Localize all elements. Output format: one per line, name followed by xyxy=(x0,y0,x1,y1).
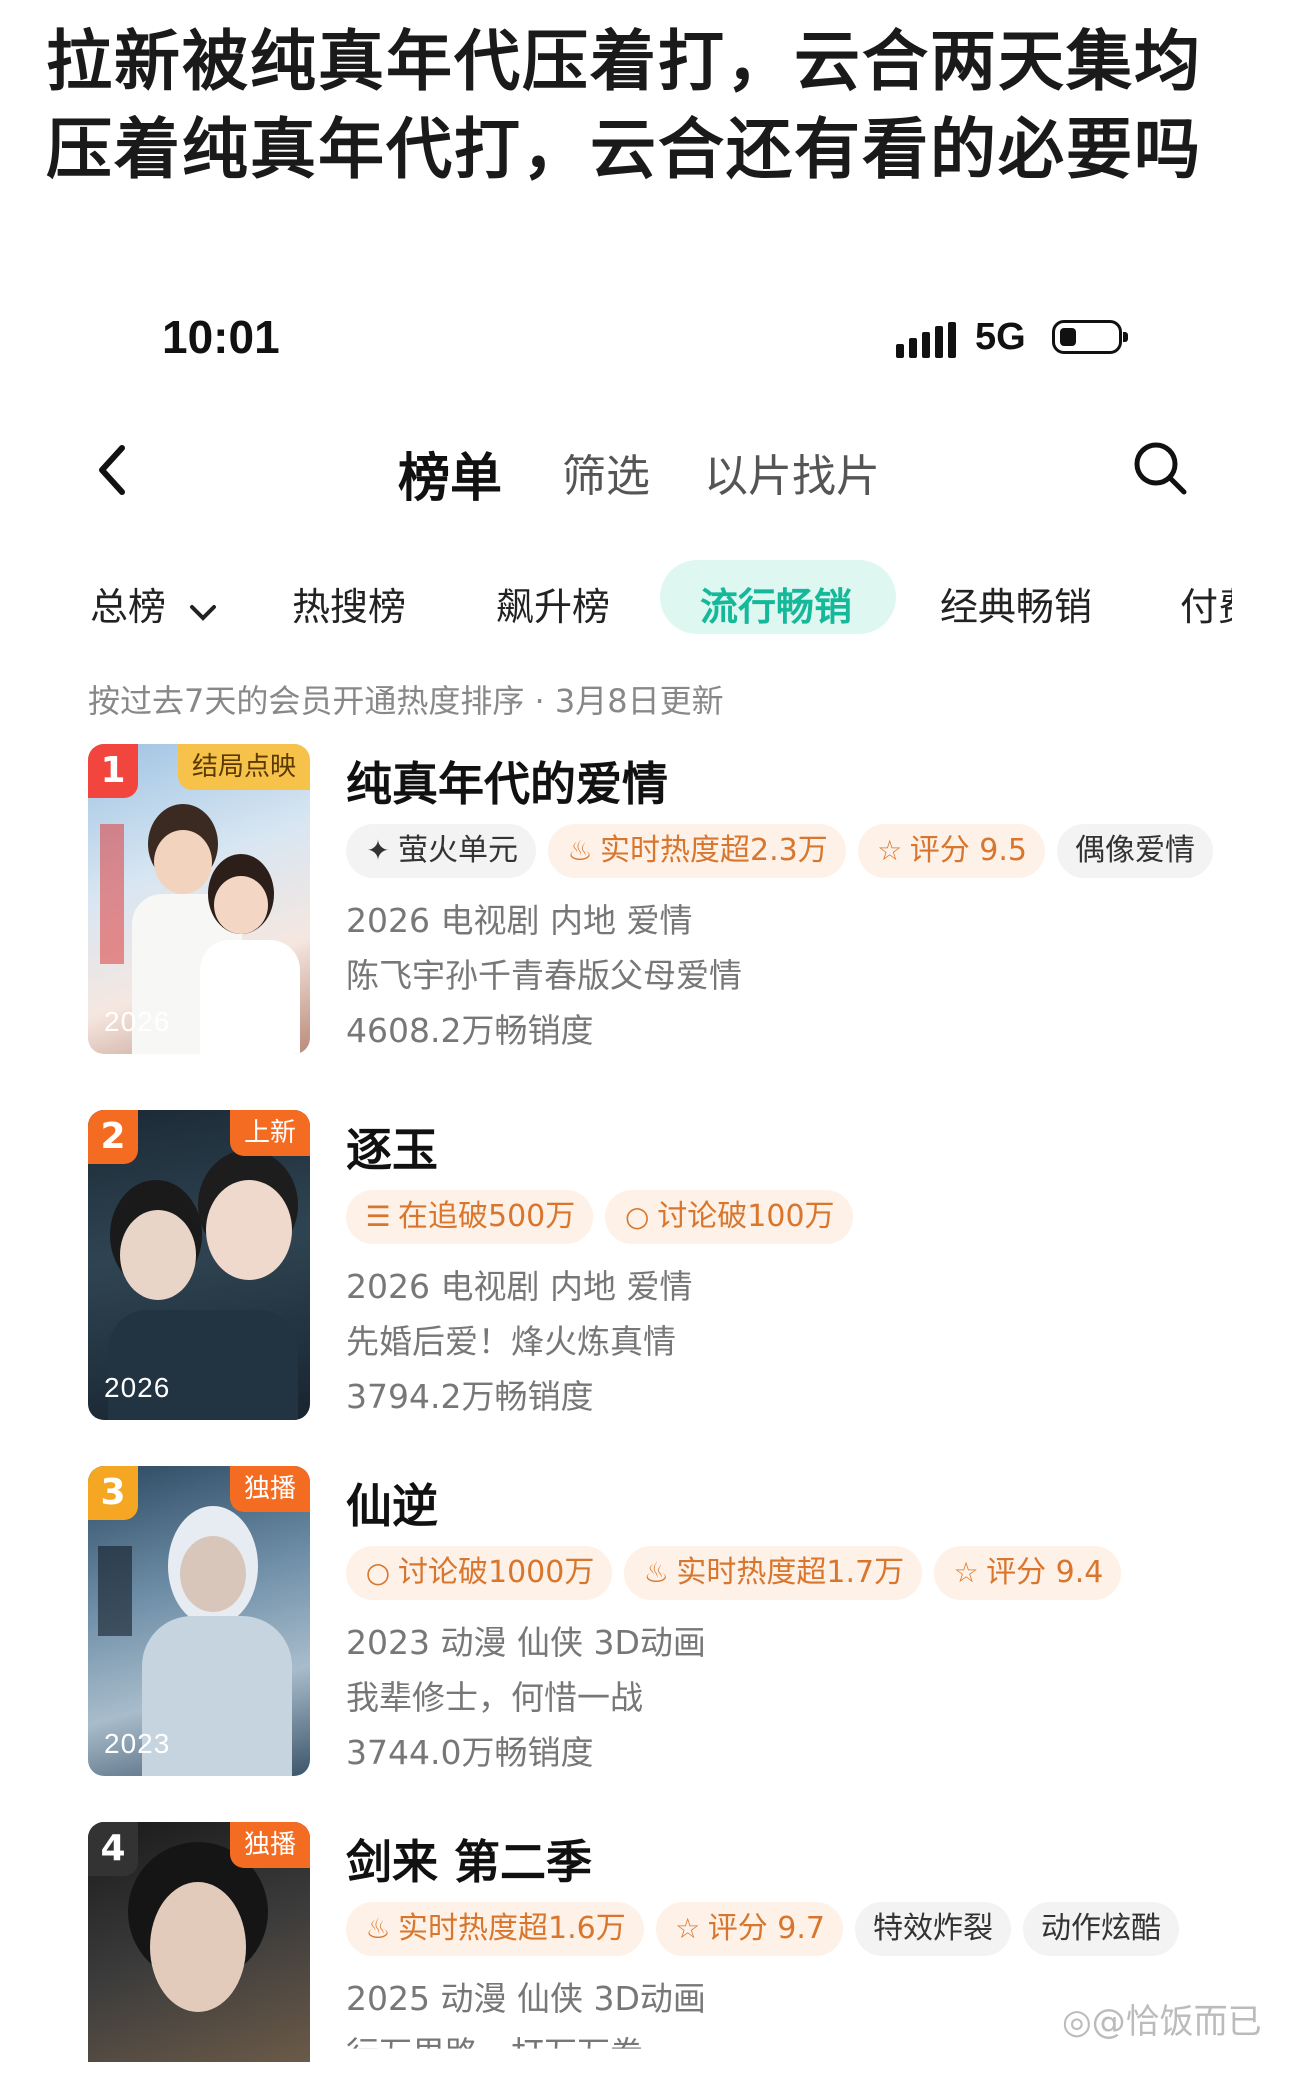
tag-row: ✦ 萤火单元 ♨ 实时热度超2.3万 ☆ 评分 9.5 偶像爱情 xyxy=(346,824,1225,880)
weibo-icon: ◎ xyxy=(1062,2002,1092,2042)
tab-find-by-film[interactable]: 以片找片 xyxy=(704,440,880,504)
star-icon: ☆ xyxy=(953,1556,979,1589)
flame-icon: ♨ xyxy=(643,1556,669,1589)
status-badge: 独播 xyxy=(229,1466,310,1512)
network-label: 5G xyxy=(975,316,1026,358)
tag-rating: ☆ 评分 9.7 xyxy=(655,1902,843,1956)
chevron-down-icon xyxy=(188,588,218,632)
tag-heat: ♨ 实时热度超1.7万 xyxy=(624,1546,923,1600)
post-headline: 拉新被纯真年代压着打，云合两天集均 压着纯真年代打，云合还有看的必要吗 xyxy=(46,18,1246,194)
item-title[interactable]: 纯真年代的爱情 xyxy=(346,748,668,814)
ranking-subtitle: 按过去7天的会员开通热度排序 · 3月8日更新 xyxy=(88,682,724,720)
tab-filter[interactable]: 筛选 xyxy=(562,440,650,504)
category-dropdown[interactable]: 总榜 xyxy=(90,576,218,632)
status-badge: 结局点映 xyxy=(177,744,310,790)
tag-following: ☰ 在追破500万 xyxy=(346,1190,594,1244)
rank-badge: 3 xyxy=(88,1466,138,1520)
poster-year: 2026 xyxy=(104,1372,171,1403)
brand-logo-icon: ✦ xyxy=(366,834,390,867)
star-icon: ☆ xyxy=(877,834,903,867)
item-title[interactable]: 剑来 第二季 xyxy=(346,1826,592,1892)
poster-image: 1 结局点映 2026 xyxy=(88,744,310,1054)
headline-line-2: 压着纯真年代打，云合还有看的必要吗 xyxy=(46,111,1202,188)
item-info: 2026 电视剧 内地 爱情 xyxy=(346,901,693,940)
tag-genre: 动作炫酷 xyxy=(1022,1902,1179,1956)
item-sales: 3744.0万畅销度 xyxy=(346,1733,594,1772)
category-popular-sales[interactable]: 流行畅销 xyxy=(700,576,852,631)
item-info: 2025 动漫 仙侠 3D动画 xyxy=(346,1979,706,2018)
star-icon: ☆ xyxy=(675,1912,701,1945)
tag-row: ☰ 在追破500万 ○ 讨论破100万 xyxy=(346,1190,865,1246)
item-title[interactable]: 逐玉 xyxy=(346,1114,438,1180)
item-sales: 3794.2万畅销度 xyxy=(346,1377,594,1416)
flame-icon: ♨ xyxy=(567,834,593,867)
poster-year: 2023 xyxy=(104,1728,171,1759)
tag-brand: ✦ 萤火单元 xyxy=(346,824,536,878)
tag-rating: ☆ 评分 9.4 xyxy=(934,1546,1122,1600)
comment-icon: ○ xyxy=(625,1200,650,1233)
category-hot-search[interactable]: 热搜榜 xyxy=(292,576,406,631)
rank-badge: 2 xyxy=(88,1110,138,1164)
poster-image: 3 独播 2023 xyxy=(88,1466,310,1776)
battery-icon xyxy=(1052,320,1128,354)
item-description: 行万里路，打万万拳 xyxy=(346,2034,643,2073)
item-info: 2023 动漫 仙侠 3D动画 xyxy=(346,1623,706,1662)
signal-icon xyxy=(896,322,956,358)
tag-discussion: ○ 讨论破1000万 xyxy=(346,1546,613,1600)
list-item[interactable]: 2 上新 2026 逐玉 ☰ 在追破500万 ○ 讨论破100万 2026 电视剧 内… xyxy=(88,1110,1238,1420)
category-rising[interactable]: 飙升榜 xyxy=(496,576,610,631)
tag-row: ♨ 实时热度超1.6万 ☆ 评分 9.7 特效炸裂 动作炫酷 xyxy=(346,1902,1191,1958)
tag-rating: ☆ 评分 9.5 xyxy=(857,824,1045,878)
tag-genre: 偶像爱情 xyxy=(1056,824,1213,878)
item-info: 2026 电视剧 内地 爱情 xyxy=(346,1267,693,1306)
category-dropdown-label: 总榜 xyxy=(90,585,167,629)
item-title[interactable]: 仙逆 xyxy=(346,1470,438,1536)
poster-image: 4 独播 xyxy=(88,1822,310,2062)
back-icon[interactable] xyxy=(92,440,132,500)
category-classic-sales[interactable]: 经典畅销 xyxy=(940,576,1092,631)
comment-icon: ○ xyxy=(365,1556,391,1589)
tag-heat: ♨ 实时热度超2.3万 xyxy=(548,824,846,878)
rank-badge: 1 xyxy=(88,744,138,798)
category-paid[interactable]: 付费 xyxy=(1180,576,1232,631)
tag-discussion: ○ 讨论破100万 xyxy=(605,1190,853,1244)
status-time: 10:01 xyxy=(162,311,280,363)
tag-genre: 特效炸裂 xyxy=(854,1902,1011,1956)
headline-line-1: 拉新被纯真年代压着打，云合两天集均 xyxy=(46,23,1202,100)
list-icon: ☰ xyxy=(365,1200,391,1233)
list-item[interactable]: 3 独播 2023 仙逆 ○ 讨论破1000万 ♨ 实时热度超1.7万 ☆ 评分 9.4 … xyxy=(88,1466,1238,1776)
search-icon[interactable] xyxy=(1130,438,1190,498)
rank-badge: 4 xyxy=(88,1822,138,1876)
watermark: ◎@恰饭而已 xyxy=(1062,2002,1262,2042)
item-description: 陈飞宇孙千青春版父母爱情 xyxy=(346,956,742,995)
item-description: 我辈修士，何惜一战 xyxy=(346,1678,643,1717)
item-description: 先婚后爱！烽火炼真情 xyxy=(346,1322,676,1361)
status-badge: 独播 xyxy=(229,1822,310,1868)
item-sales: 4608.2万畅销度 xyxy=(346,1011,594,1050)
status-badge: 上新 xyxy=(229,1110,310,1156)
poster-image: 2 上新 2026 xyxy=(88,1110,310,1420)
tab-ranking[interactable]: 榜单 xyxy=(398,436,502,511)
tag-heat: ♨ 实时热度超1.6万 xyxy=(346,1902,644,1956)
tag-row: ○ 讨论破1000万 ♨ 实时热度超1.7万 ☆ 评分 9.4 xyxy=(346,1546,1133,1602)
poster-year: 2026 xyxy=(104,1006,171,1037)
flame-icon: ♨ xyxy=(365,1912,391,1945)
list-item[interactable]: 1 结局点映 2026 纯真年代的爱情 ✦ 萤火单元 ♨ 实时热度超2.3万 ☆ 评分 9… xyxy=(88,744,1238,1054)
